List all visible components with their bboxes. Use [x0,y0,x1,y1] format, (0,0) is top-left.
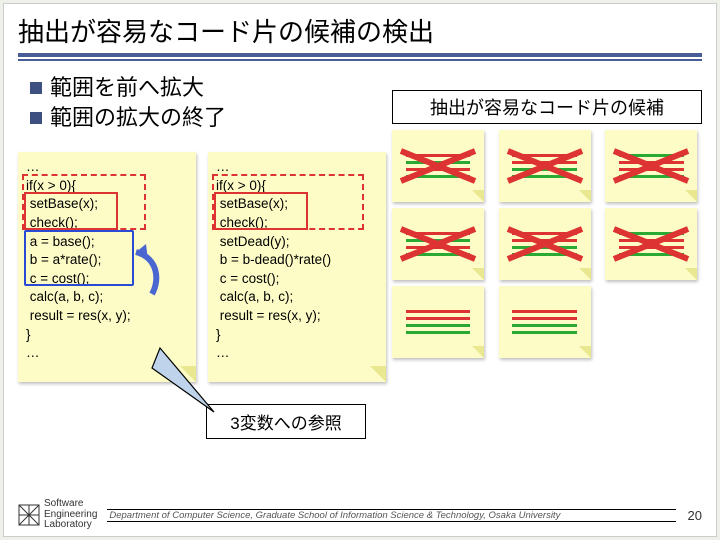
code-line: calc(a, b, c); [26,288,190,307]
candidates-title: 抽出が容易なコード片の候補 [392,90,702,124]
code-line: … [216,344,380,363]
callout-text: 3変数への参照 [206,404,366,439]
bullet-square-icon [30,82,42,94]
logo-line: Laboratory [44,520,97,531]
code-line: a = base(); [26,233,190,252]
candidate-thumbnail [499,208,591,280]
code-line: } [216,326,380,345]
code-line: if(x > 0){ [216,177,380,196]
department-line: Department of Computer Science, Graduate… [107,509,676,522]
footer: Software Engineering Laboratory Departme… [18,500,702,530]
candidate-thumbnail [392,130,484,202]
code-line: setBase(x); [216,195,380,214]
bullet-text: 範囲の拡大の終了 [50,103,226,133]
code-line: … [26,158,190,177]
code-snippet-right: … if(x > 0){ setBase(x); check(); setDea… [208,152,386,382]
code-line: … [216,158,380,177]
candidate-thumbnail [605,130,697,202]
code-line: result = res(x, y); [216,307,380,326]
page-number: 20 [676,508,702,523]
candidate-thumbnail [499,130,591,202]
lab-logo-text: Software Engineering Laboratory [44,499,97,531]
slide-title: 抽出が容易なコード片の候補の検出 [4,4,716,71]
candidate-thumbnail [499,286,591,358]
content-area: … if(x > 0){ setBase(x); check(); a = ba… [18,152,702,496]
candidate-thumbnail [392,286,484,358]
candidate-thumbnail [605,208,697,280]
code-line: b = a*rate(); [26,251,190,270]
code-line: check(); [26,214,190,233]
lab-logo: Software Engineering Laboratory [18,499,97,531]
code-line: result = res(x, y); [26,307,190,326]
code-line: setDead(y); [216,233,380,252]
bullet-square-icon [30,112,42,124]
code-line: c = cost(); [216,270,380,289]
candidate-thumbnail [392,208,484,280]
lab-logo-icon [18,504,40,526]
code-line: b = b-dead()*rate() [216,251,380,270]
candidates-panel: 抽出が容易なコード片の候補 [392,90,702,358]
code-line: if(x > 0){ [26,177,190,196]
code-line: calc(a, b, c); [216,288,380,307]
title-underline [18,53,702,63]
code-line: c = cost(); [26,270,190,289]
callout-pointer-icon [150,344,230,414]
code-line: check(); [216,214,380,233]
candidates-grid [392,130,702,358]
slide-title-text: 抽出が容易なコード片の候補の検出 [18,17,434,47]
bullet-text: 範囲を前へ拡大 [50,73,204,103]
callout: 3変数への参照 [206,404,366,439]
code-line: setBase(x); [26,195,190,214]
code-line: } [26,326,190,345]
